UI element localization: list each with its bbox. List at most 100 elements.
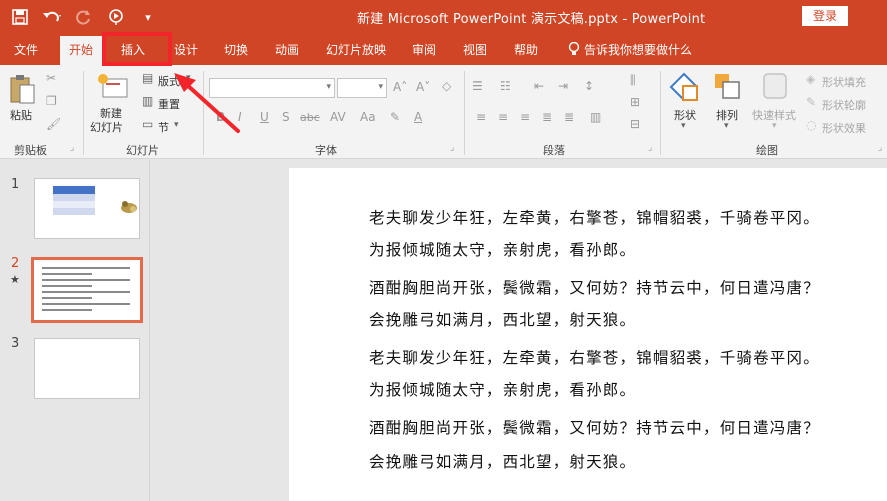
font-color-icon[interactable]: A bbox=[414, 110, 422, 124]
paragraph-launcher-icon[interactable]: ⌟ bbox=[648, 143, 652, 153]
slide-text-line[interactable]: 酒酣胸胆尚开张，鬓微霜，又何妨？持节云中，何日遣冯唐？ bbox=[369, 276, 820, 298]
bold-button[interactable]: B bbox=[216, 110, 225, 124]
highlight-box bbox=[102, 32, 172, 66]
cut-icon[interactable]: ✂ bbox=[46, 71, 56, 85]
tab-animations[interactable]: 动画 bbox=[275, 41, 299, 58]
italic-button[interactable]: I bbox=[238, 110, 242, 124]
arrange-button[interactable]: 排列 ▾ bbox=[712, 71, 748, 131]
present-icon[interactable] bbox=[106, 7, 126, 27]
login-button[interactable]: 登录 bbox=[802, 6, 848, 26]
strike-button[interactable]: abc bbox=[300, 111, 320, 124]
layout-dropdown-icon[interactable]: ▾ bbox=[186, 73, 191, 83]
document-title: 新建 Microsoft PowerPoint 演示文稿.pptx - Powe… bbox=[357, 12, 706, 27]
slide-text-line[interactable]: 老夫聊发少年狂，左牵黄，右擎苍，锦帽貂裘，千骑卷平冈。 bbox=[369, 346, 820, 368]
divider bbox=[464, 71, 465, 155]
slide-text-line[interactable]: 老夫聊发少年狂，左牵黄，右擎苍，锦帽貂裘，千骑卷平冈。 bbox=[369, 206, 820, 228]
case-icon[interactable]: Aa bbox=[360, 110, 376, 124]
align-left-icon[interactable]: ≡ bbox=[476, 110, 486, 124]
drawing-launcher-icon[interactable]: ⌟ bbox=[878, 143, 882, 153]
tab-slideshow[interactable]: 幻灯片放映 bbox=[326, 41, 386, 58]
quick-styles-button[interactable]: 快速样式 ▾ bbox=[752, 71, 802, 131]
distributed-icon[interactable]: ≣ bbox=[564, 110, 574, 124]
outline-icon: ✎ bbox=[806, 95, 817, 109]
spacing-icon[interactable]: AV bbox=[330, 110, 346, 124]
tab-file[interactable]: 文件 bbox=[14, 41, 38, 58]
slide-thumbnail-1[interactable] bbox=[34, 178, 140, 239]
redo-icon[interactable] bbox=[74, 7, 94, 27]
reset-button[interactable]: 重置 bbox=[158, 96, 180, 112]
slide-canvas[interactable]: 老夫聊发少年狂，左牵黄，右擎苍，锦帽貂裘，千骑卷平冈。 为报倾城随太守，亲射虎，… bbox=[289, 168, 887, 501]
divider bbox=[83, 71, 84, 155]
copy-icon[interactable]: ❐ bbox=[46, 94, 57, 108]
shape-effects-button[interactable]: 形状效果 bbox=[822, 120, 866, 136]
slide-thumbnails-pane[interactable]: 1 2 ★ 3 bbox=[0, 160, 150, 501]
undo-icon[interactable] bbox=[42, 7, 62, 27]
slide-text-line[interactable]: 为报倾城随太守，亲射虎，看孙郎。 bbox=[369, 238, 636, 260]
quick-access-toolbar: ▾ bbox=[10, 7, 158, 27]
group-clipboard-label: 剪贴板 bbox=[14, 144, 47, 157]
text-direction-icon[interactable]: ⫼ bbox=[630, 73, 636, 88]
tab-design[interactable]: 设计 bbox=[174, 41, 198, 58]
tab-transitions[interactable]: 切换 bbox=[224, 41, 248, 58]
numbering-icon[interactable]: ☷ bbox=[500, 79, 511, 93]
line-spacing-icon[interactable]: ↕ bbox=[584, 79, 594, 93]
title-bar: ▾ 新建 Microsoft PowerPoint 演示文稿.pptx - Po… bbox=[0, 0, 887, 34]
paste-button[interactable]: 粘贴 bbox=[8, 73, 38, 128]
chevron-down-icon: ▾ bbox=[772, 121, 777, 131]
font-launcher-icon[interactable]: ⌟ bbox=[450, 143, 454, 153]
align-text-icon[interactable]: ⊞ bbox=[630, 95, 640, 109]
slide-text-line[interactable]: 会挽雕弓如满月，西北望，射天狼。 bbox=[369, 450, 636, 472]
customize-icon[interactable]: ▾ bbox=[138, 7, 158, 27]
fill-icon: ◈ bbox=[806, 72, 816, 86]
thumb-table-row bbox=[53, 208, 95, 215]
smartart-icon[interactable]: ⊟ bbox=[630, 117, 640, 131]
thumb-picture bbox=[121, 201, 137, 213]
font-name-combo[interactable]: ▾ bbox=[209, 78, 335, 98]
section-button[interactable]: 节 bbox=[158, 119, 169, 135]
paste-icon bbox=[10, 75, 35, 104]
decrease-indent-icon[interactable]: ⇤ bbox=[534, 79, 544, 93]
columns-icon[interactable]: ▥ bbox=[590, 110, 601, 124]
slide-text-line[interactable]: 酒酣胸胆尚开张，鬓微霜，又何妨？持节云中，何日遣冯唐？ bbox=[369, 416, 820, 438]
slide-thumbnail-2[interactable] bbox=[31, 257, 143, 323]
group-drawing-label: 绘图 bbox=[756, 144, 778, 157]
slide-thumbnail-3[interactable] bbox=[34, 338, 140, 399]
font-size-combo[interactable]: ▾ bbox=[337, 78, 387, 98]
layout-button[interactable]: 版式 bbox=[158, 73, 180, 89]
highlight-color-icon[interactable]: ✎ bbox=[390, 110, 400, 124]
clipboard-launcher-icon[interactable]: ⌟ bbox=[70, 143, 74, 153]
increase-indent-icon[interactable]: ⇥ bbox=[558, 79, 568, 93]
align-center-icon[interactable]: ≡ bbox=[498, 110, 508, 124]
shapes-button[interactable]: 形状 ▾ bbox=[668, 71, 704, 131]
shape-fill-button[interactable]: 形状填充 bbox=[822, 74, 866, 90]
new-slide-label-2: 幻灯片 bbox=[90, 121, 123, 134]
shadow-button[interactable]: S bbox=[282, 110, 290, 124]
tab-home[interactable]: 开始 bbox=[60, 36, 103, 65]
format-painter-icon[interactable]: 🖌 bbox=[46, 117, 61, 131]
star-icon: ★ bbox=[10, 273, 20, 286]
tab-help[interactable]: 帮助 bbox=[514, 41, 538, 58]
underline-button[interactable]: U bbox=[260, 110, 269, 124]
thumb-text-line bbox=[42, 309, 92, 311]
slide-text-line[interactable]: 会挽雕弓如满月，西北望，射天狼。 bbox=[369, 308, 636, 330]
section-dropdown-icon[interactable]: ▾ bbox=[174, 120, 179, 130]
tell-me-box[interactable]: 告诉我你想要做什么 bbox=[568, 41, 692, 58]
arrange-icon bbox=[715, 74, 740, 99]
bullets-icon[interactable]: ☰ bbox=[472, 79, 483, 93]
save-icon[interactable] bbox=[10, 7, 30, 27]
chevron-down-icon: ▾ bbox=[681, 121, 686, 131]
layout-icon: ▤ bbox=[142, 71, 154, 85]
tab-view[interactable]: 视图 bbox=[463, 41, 487, 58]
thumb-table-header bbox=[53, 186, 95, 194]
thumb-table-row bbox=[53, 194, 95, 201]
effects-icon: ◌ bbox=[806, 118, 817, 132]
new-slide-button[interactable]: 新建 幻灯片 bbox=[90, 73, 136, 137]
shape-outline-button[interactable]: 形状轮廓 bbox=[822, 97, 866, 113]
clear-format-icon[interactable]: ◇ bbox=[442, 79, 451, 93]
align-right-icon[interactable]: ≡ bbox=[520, 110, 530, 124]
decrease-font-icon[interactable]: A˅ bbox=[416, 80, 430, 94]
justify-icon[interactable]: ≣ bbox=[542, 110, 552, 124]
tab-review[interactable]: 审阅 bbox=[412, 41, 436, 58]
slide-text-line[interactable]: 为报倾城随太守，亲射虎，看孙郎。 bbox=[369, 378, 636, 400]
increase-font-icon[interactable]: A˄ bbox=[393, 80, 407, 94]
